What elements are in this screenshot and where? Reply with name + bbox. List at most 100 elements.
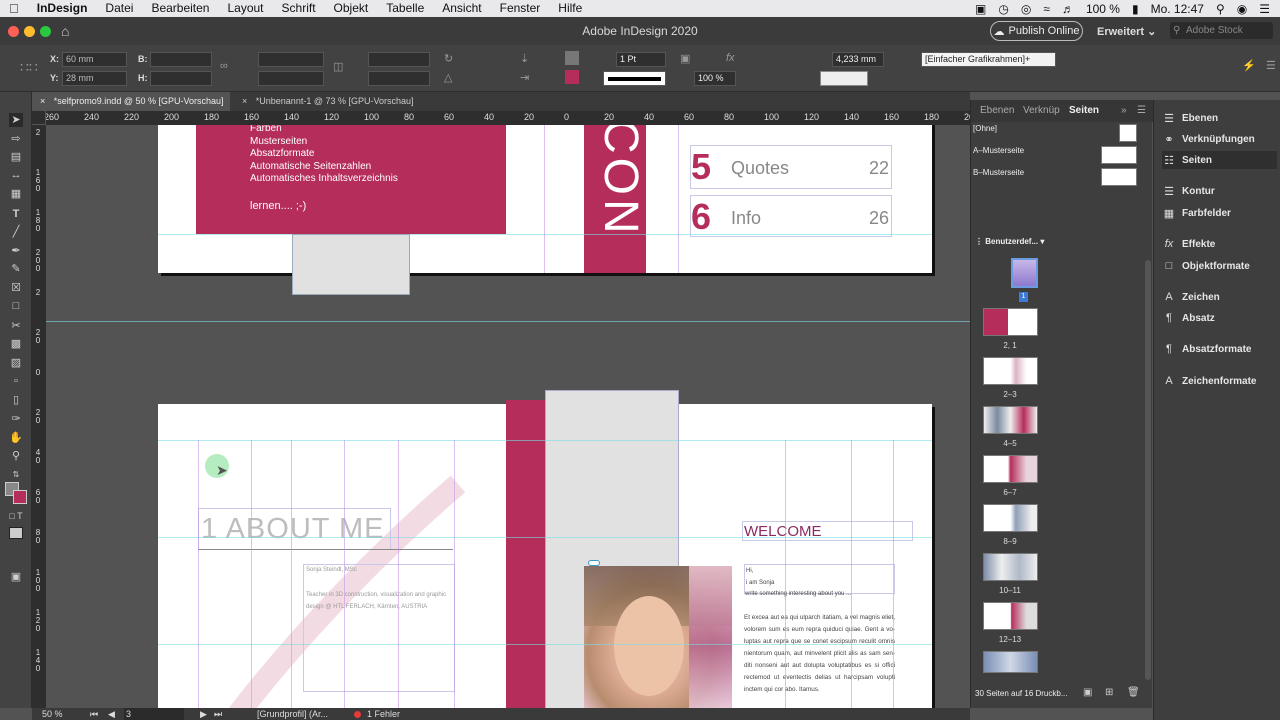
panel-menu-icon[interactable]: ☰ (1137, 105, 1146, 116)
timemachine-icon[interactable]: ◷ (998, 2, 1008, 16)
feature-list[interactable]: Farben Musterseiten Absatzformate Automa… (250, 125, 398, 212)
tab-seiten[interactable]: Seiten (1069, 105, 1099, 116)
siri-icon[interactable]: ◉ (1237, 2, 1247, 16)
dock-absatzformate[interactable]: ¶ Absatzformate (1162, 340, 1277, 358)
menu-ansicht[interactable]: Ansicht (433, 0, 490, 17)
direct-selection-tool-icon[interactable]: ⇨ (9, 132, 23, 146)
apply-color-icon[interactable] (9, 527, 23, 539)
panel-menu-icon[interactable]: ☰ (1266, 59, 1276, 72)
dock-ebenen[interactable]: ☰ Ebenen (1162, 109, 1277, 127)
spread-thumb[interactable] (983, 455, 1038, 483)
hand-tool-icon[interactable]: ✋ (9, 431, 23, 445)
pasteboard-frame[interactable] (292, 234, 410, 295)
spread-thumb[interactable] (983, 406, 1038, 434)
dock-seiten[interactable]: ☷ Seiten (1162, 151, 1277, 169)
master-b[interactable]: B–Musterseite (973, 168, 1145, 188)
spread-thumb[interactable] (983, 308, 1038, 336)
fill-swatch[interactable] (565, 51, 579, 65)
rectangle-frame-tool-icon[interactable]: ☒ (9, 281, 23, 295)
spotlight-icon[interactable]: ⚲ (1216, 2, 1225, 16)
page-spine-bar[interactable] (506, 400, 545, 708)
default-colors-icon[interactable]: ⇅ (9, 468, 23, 482)
clock[interactable]: Mo. 12:47 (1151, 2, 1204, 16)
spread-thumb[interactable] (983, 504, 1038, 532)
horizontal-ruler[interactable]: 260 240 220 200 180 160 140 120 100 80 60 40 20 0 20 40… (32, 111, 970, 125)
welcome-heading[interactable]: WELCOME (742, 521, 913, 541)
flip-icon[interactable]: △ (444, 71, 452, 84)
tab-ebenen[interactable]: Ebenen (980, 105, 1014, 116)
dock-absatz[interactable]: ¶ Absatz (1162, 309, 1277, 327)
spread-thumb[interactable] (983, 357, 1038, 385)
reference-point-icon[interactable]: ∷∷ (20, 59, 38, 76)
dock-zeichenformate[interactable]: A Zeichenformate (1162, 372, 1277, 390)
error-count[interactable]: 1 Fehler (367, 708, 400, 720)
tab-verknuepfungen[interactable]: Verknüp (1023, 105, 1060, 116)
preflight-profile[interactable]: [Grundprofil] (Ar... (257, 708, 328, 720)
selection-tool-icon[interactable]: ➤ (9, 113, 23, 127)
spacing-field[interactable]: 4,233 mm (832, 52, 884, 67)
rotate-icon[interactable]: ↻ (444, 52, 453, 65)
eyedropper-tool-icon[interactable]: ✑ (9, 412, 23, 426)
spread-2[interactable]: ➤ 1 ABOUT ME Sonja Steindl, MSc Teacher … (158, 390, 932, 708)
contents-band[interactable]: CON (584, 125, 646, 273)
menu-objekt[interactable]: Objekt (325, 0, 378, 17)
about-heading[interactable]: 1 ABOUT ME (198, 508, 391, 550)
frame-fitting-icon[interactable]: ▣ (680, 52, 690, 65)
battery-icon[interactable]: ▮ (1132, 2, 1139, 16)
document-canvas[interactable]: Farben Musterseiten Absatzformate Automa… (46, 125, 970, 708)
master-a[interactable]: A–Musterseite (973, 146, 1145, 166)
portrait-photo[interactable] (584, 566, 732, 708)
toc-row[interactable]: 5 Quotes 22 (690, 145, 892, 189)
object-style-select[interactable]: [Einfacher Grafikrahmen]+ (921, 52, 1056, 67)
next-page-icon[interactable]: ▶ (200, 708, 207, 720)
dock-farbfelder[interactable]: ▦ Farbfelder (1162, 204, 1277, 222)
publish-online-button[interactable]: ☁ Publish Online (990, 21, 1083, 41)
quick-apply-icon[interactable]: ⚡ (1242, 59, 1256, 72)
gradient-feather-tool-icon[interactable]: ▫ (9, 374, 23, 388)
screen-mode-icon[interactable]: ▣ (9, 570, 23, 584)
first-page-icon[interactable]: ⏮ (90, 708, 98, 720)
wifi-icon[interactable]: ≈ (1043, 2, 1050, 16)
corner-options[interactable] (820, 71, 868, 86)
dock-effekte[interactable]: fx Effekte (1162, 235, 1277, 253)
formatting-container-icon[interactable]: □ T (9, 509, 23, 523)
menu-app[interactable]: InDesign (28, 0, 97, 17)
select-container-icon[interactable]: ⇣ (520, 52, 529, 65)
scissors-tool-icon[interactable]: ✂ (9, 319, 23, 333)
dock-zeichen[interactable]: A Zeichen (1162, 288, 1277, 306)
height-field[interactable] (150, 71, 212, 86)
page-thumb-1[interactable] (1011, 258, 1038, 288)
new-page-icon[interactable]: ⊞ (1105, 687, 1113, 698)
bio-frame[interactable]: Sonja Steindl, MSc Teacher in 3D constru… (303, 564, 455, 692)
stroke-swatch[interactable] (565, 70, 579, 84)
list-box[interactable]: Farben Musterseiten Absatzformate Automa… (196, 125, 506, 234)
prev-page-icon[interactable]: ◀ (108, 708, 115, 720)
scale-y-field[interactable] (258, 71, 324, 86)
link-icon[interactable]: ◫ (333, 60, 343, 73)
zoom-level[interactable]: 50 % (42, 708, 63, 720)
note-tool-icon[interactable]: ▯ (9, 393, 23, 407)
panel-collapse-icon[interactable]: » (1121, 105, 1127, 116)
tab-unbenannt-1[interactable]: × *Unbenannt-1 @ 73 % [GPU-Vorschau] (234, 92, 424, 111)
last-page-icon[interactable]: ⏭ (214, 708, 222, 720)
width-field[interactable] (150, 52, 212, 67)
delete-page-icon[interactable]: 🗑 (1127, 687, 1140, 698)
dock-verknuepfungen[interactable]: ⚭ Verknüpfungen (1162, 130, 1277, 148)
volume-icon[interactable]: ♬ (1062, 2, 1074, 16)
opacity-field[interactable]: 100 % (694, 71, 736, 86)
gap-tool-icon[interactable]: ↔ (9, 168, 23, 182)
dock-kontur[interactable]: ☰ Kontur (1162, 182, 1277, 200)
menu-hilfe[interactable]: Hilfe (549, 0, 591, 17)
menu-fenster[interactable]: Fenster (491, 0, 550, 17)
notification-icon[interactable]: ☰ (1259, 2, 1270, 16)
adobe-stock-search[interactable]: ⚲ Adobe Stock (1170, 22, 1273, 39)
menu-layout[interactable]: Layout (218, 0, 272, 17)
line-tool-icon[interactable]: ╱ (9, 225, 23, 239)
tab-selfpromo9[interactable]: × *selfpromo9.indd @ 50 % [GPU-Vorschau] (32, 92, 230, 111)
spread-thumb[interactable] (983, 651, 1038, 673)
shear-field[interactable] (368, 71, 430, 86)
edit-page-size-icon[interactable]: ▣ (1083, 687, 1092, 698)
y-field[interactable]: 28 mm (62, 71, 127, 86)
menu-bearbeiten[interactable]: Bearbeiten (142, 0, 218, 17)
rotate-field[interactable] (368, 52, 430, 67)
